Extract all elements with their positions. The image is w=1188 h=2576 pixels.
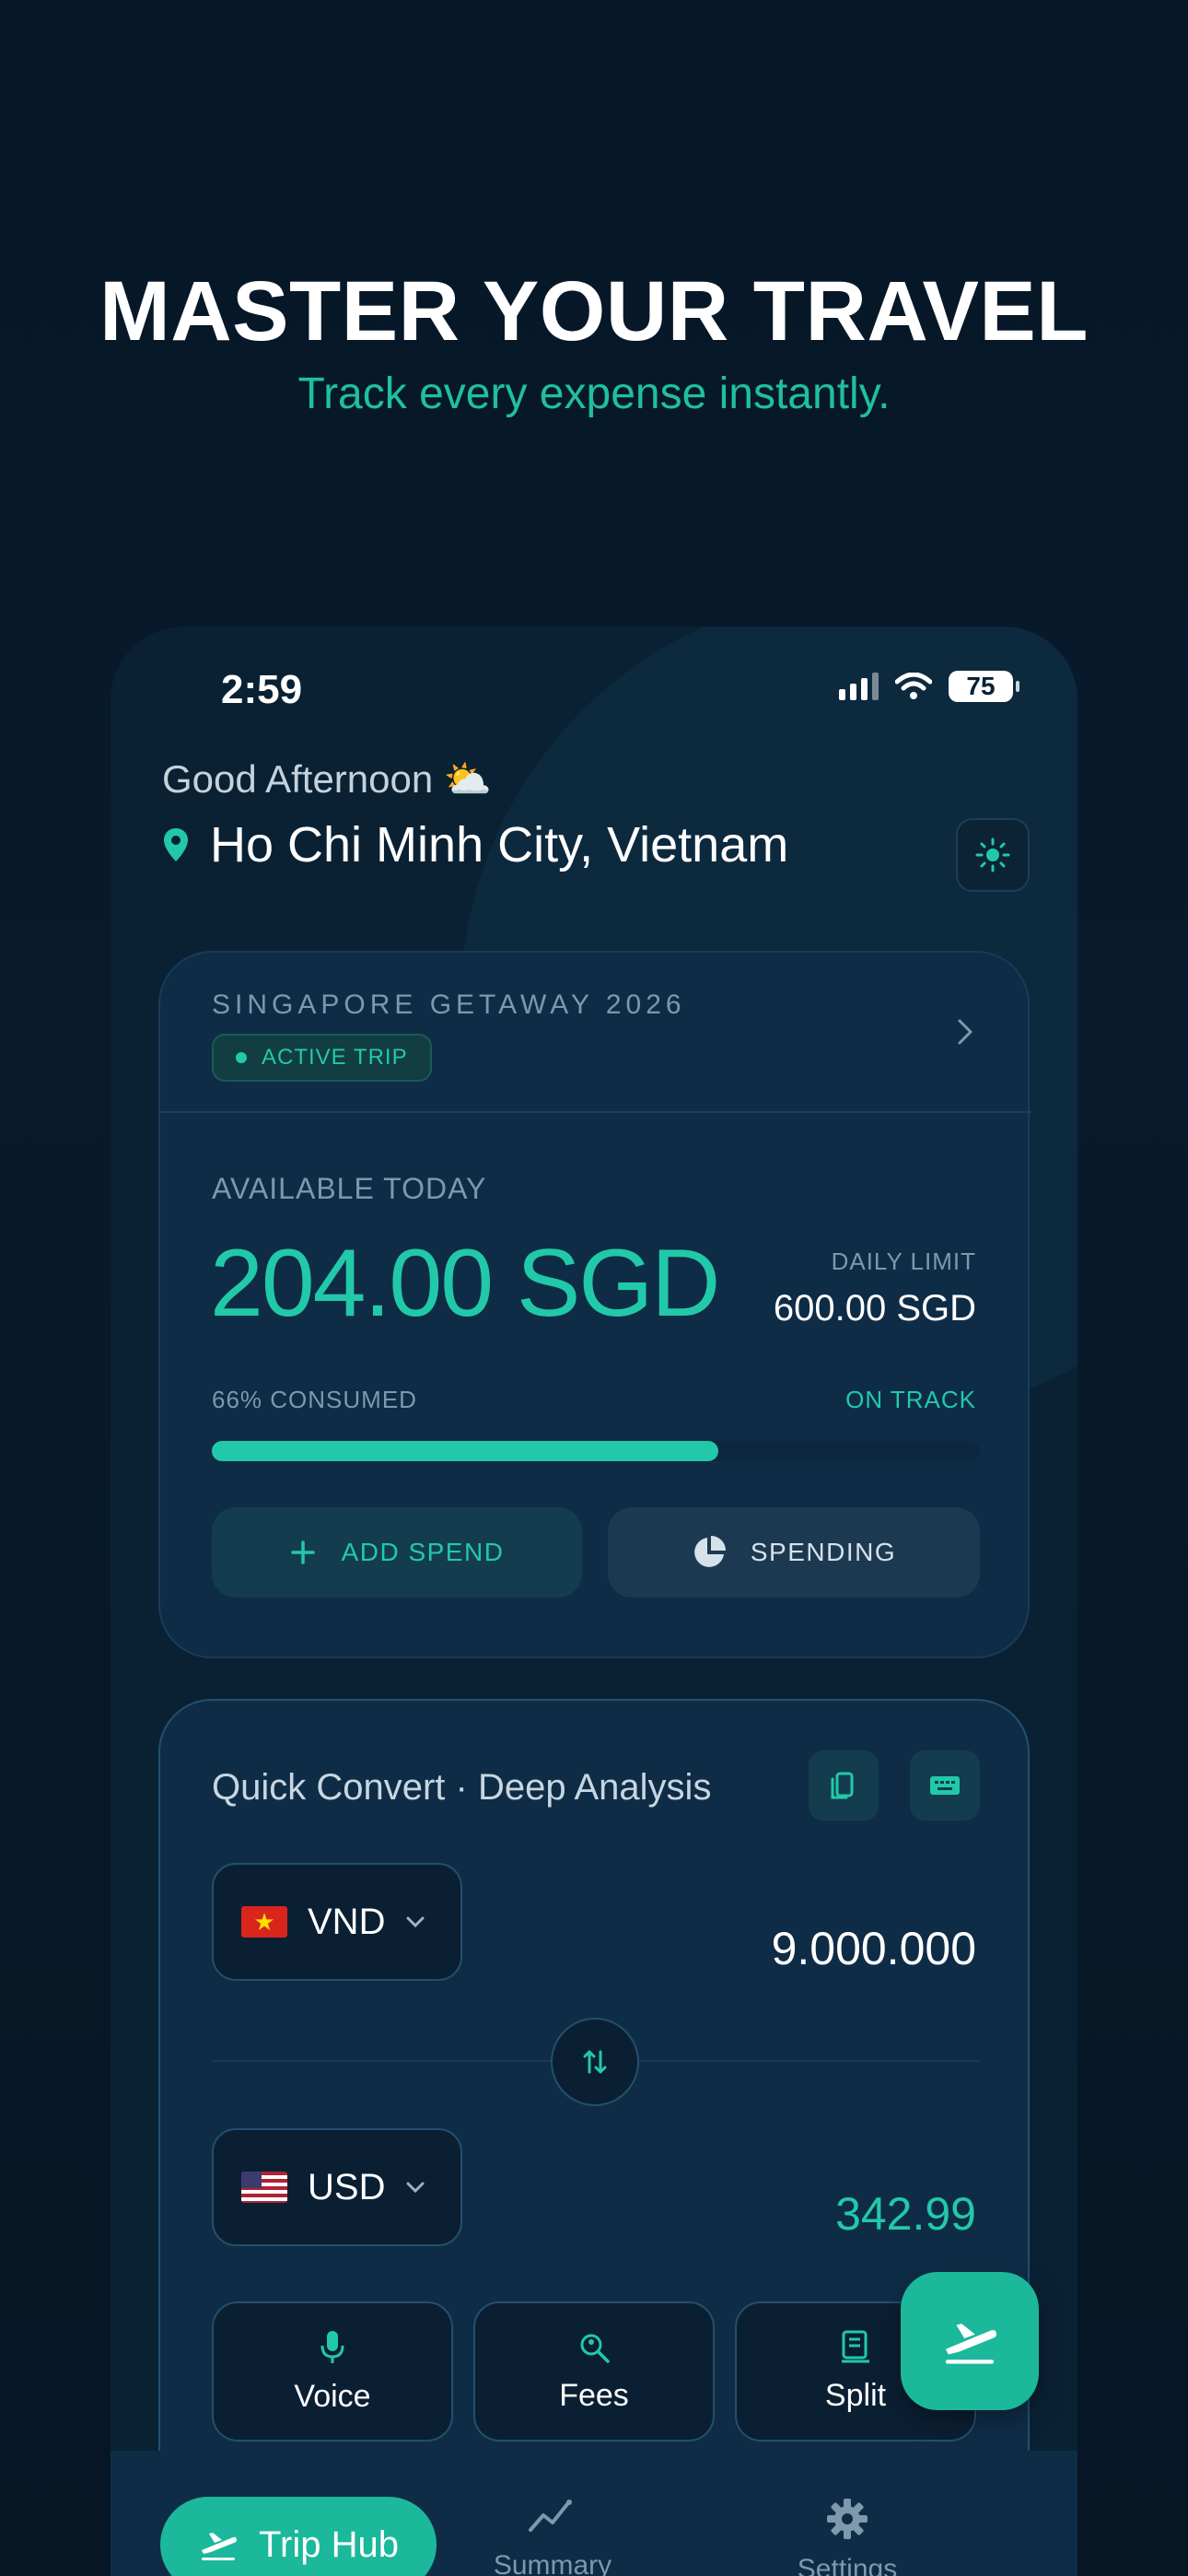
to-amount: 342.99: [835, 2188, 976, 2240]
consumed-label: 66% CONSUMED: [212, 1386, 417, 1413]
tab-trip-hub[interactable]: Trip Hub: [160, 2497, 437, 2576]
tab-summary[interactable]: Summary: [451, 2497, 654, 2576]
from-currency-code: VND: [308, 1901, 386, 1942]
location-row: Ho Chi Minh City, Vietnam: [162, 816, 788, 873]
to-currency-select[interactable]: USD: [212, 2128, 462, 2246]
scan-button[interactable]: [809, 1751, 879, 1821]
trip-name: SINGAPORE GETAWAY 2026: [212, 989, 686, 1020]
chevron-down-icon: [406, 2182, 425, 2194]
spending-label: SPENDING: [750, 1538, 897, 1566]
quick-convert-card: Quick Convert · Deep Analysis ★ VND 9.00…: [158, 1699, 1030, 2528]
voice-label: Voice: [294, 2378, 371, 2414]
voice-button[interactable]: Voice: [212, 2301, 453, 2441]
promo-subline: Track every expense instantly.: [297, 369, 891, 418]
keyboard-icon: [930, 1776, 960, 1795]
keyboard-button[interactable]: [910, 1751, 980, 1821]
active-trip-card[interactable]: SINGAPORE GETAWAY 2026 ACTIVE TRIP AVAIL…: [158, 951, 1031, 1658]
location-pin-icon: [164, 828, 188, 861]
chevron-down-icon: [406, 1916, 425, 1928]
promo-headline: MASTER YOUR TRAVEL: [99, 264, 1089, 358]
split-label: Split: [824, 2377, 887, 2413]
receipt-icon: [842, 2330, 869, 2362]
tab-summary-label: Summary: [493, 2550, 612, 2576]
vietnam-flag-icon: ★: [241, 1906, 287, 1938]
chevron-right-icon[interactable]: [954, 1015, 976, 1048]
fees-label: Fees: [559, 2377, 629, 2413]
status-badge-label: ACTIVE TRIP: [262, 1045, 408, 1070]
status-icons: 75: [839, 671, 1019, 702]
status-dot-icon: [236, 1052, 247, 1063]
tab-trip-hub-label: Trip Hub: [259, 2523, 399, 2565]
phone-scan-icon: [831, 1772, 854, 1799]
available-amount: 204.00 SGD: [210, 1230, 720, 1337]
swap-currencies-button[interactable]: [551, 2018, 639, 2106]
search-person-icon: [580, 2334, 610, 2363]
add-spend-button[interactable]: ADD SPEND: [212, 1507, 582, 1598]
swap-icon: [583, 2050, 607, 2074]
plus-icon: [290, 1540, 315, 1564]
microphone-icon: [320, 2330, 344, 2363]
track-status: ON TRACK: [845, 1386, 976, 1413]
spending-button[interactable]: SPENDING: [608, 1507, 980, 1598]
theme-toggle-button[interactable]: [956, 818, 1030, 892]
promo-screen: MASTER YOUR TRAVEL Track every expense i…: [0, 0, 1188, 2576]
plane-takeoff-icon: [202, 2533, 238, 2560]
budget-progress-fill: [212, 1441, 719, 1461]
wifi-icon: [895, 673, 932, 699]
add-spend-label: ADD SPEND: [341, 1538, 505, 1566]
convert-title: Quick Convert · Deep Analysis: [212, 1767, 712, 1808]
to-currency-code: USD: [308, 2166, 386, 2207]
chart-line-icon: [529, 2500, 572, 2532]
card-divider: [160, 1111, 1031, 1113]
pie-chart-icon: [694, 1536, 726, 1567]
from-currency-select[interactable]: ★ VND: [212, 1863, 462, 1981]
tab-settings-label: Settings: [797, 2554, 898, 2576]
plane-takeoff-icon: [945, 2324, 996, 2364]
available-label: AVAILABLE TODAY: [212, 1172, 487, 1205]
phone-mockup: 2:59 75 Good Afternoon ⛅ Ho Chi Minh Cit…: [111, 626, 1077, 2576]
fees-button[interactable]: Fees: [473, 2301, 715, 2441]
daily-limit-value: 600.00 SGD: [773, 1288, 976, 1329]
daily-limit-label: DAILY LIMIT: [831, 1247, 976, 1275]
bottom-tab-bar: Trip Hub Summary Settings: [111, 2451, 1077, 2576]
from-amount[interactable]: 9.000.000: [772, 1922, 976, 1975]
greeting-text: Good Afternoon ⛅: [162, 757, 493, 801]
status-time: 2:59: [221, 667, 303, 712]
signal-icon: [839, 673, 879, 700]
budget-progress-bar: [212, 1441, 980, 1461]
status-badge: ACTIVE TRIP: [212, 1034, 432, 1082]
current-location: Ho Chi Minh City, Vietnam: [210, 817, 789, 872]
new-trip-fab-button[interactable]: [901, 2272, 1039, 2410]
gear-icon: [827, 2499, 868, 2539]
tab-settings[interactable]: Settings: [746, 2497, 949, 2576]
sun-icon: [975, 837, 1010, 872]
usa-flag-icon: [241, 2172, 287, 2203]
battery-icon: 75: [949, 671, 1019, 702]
